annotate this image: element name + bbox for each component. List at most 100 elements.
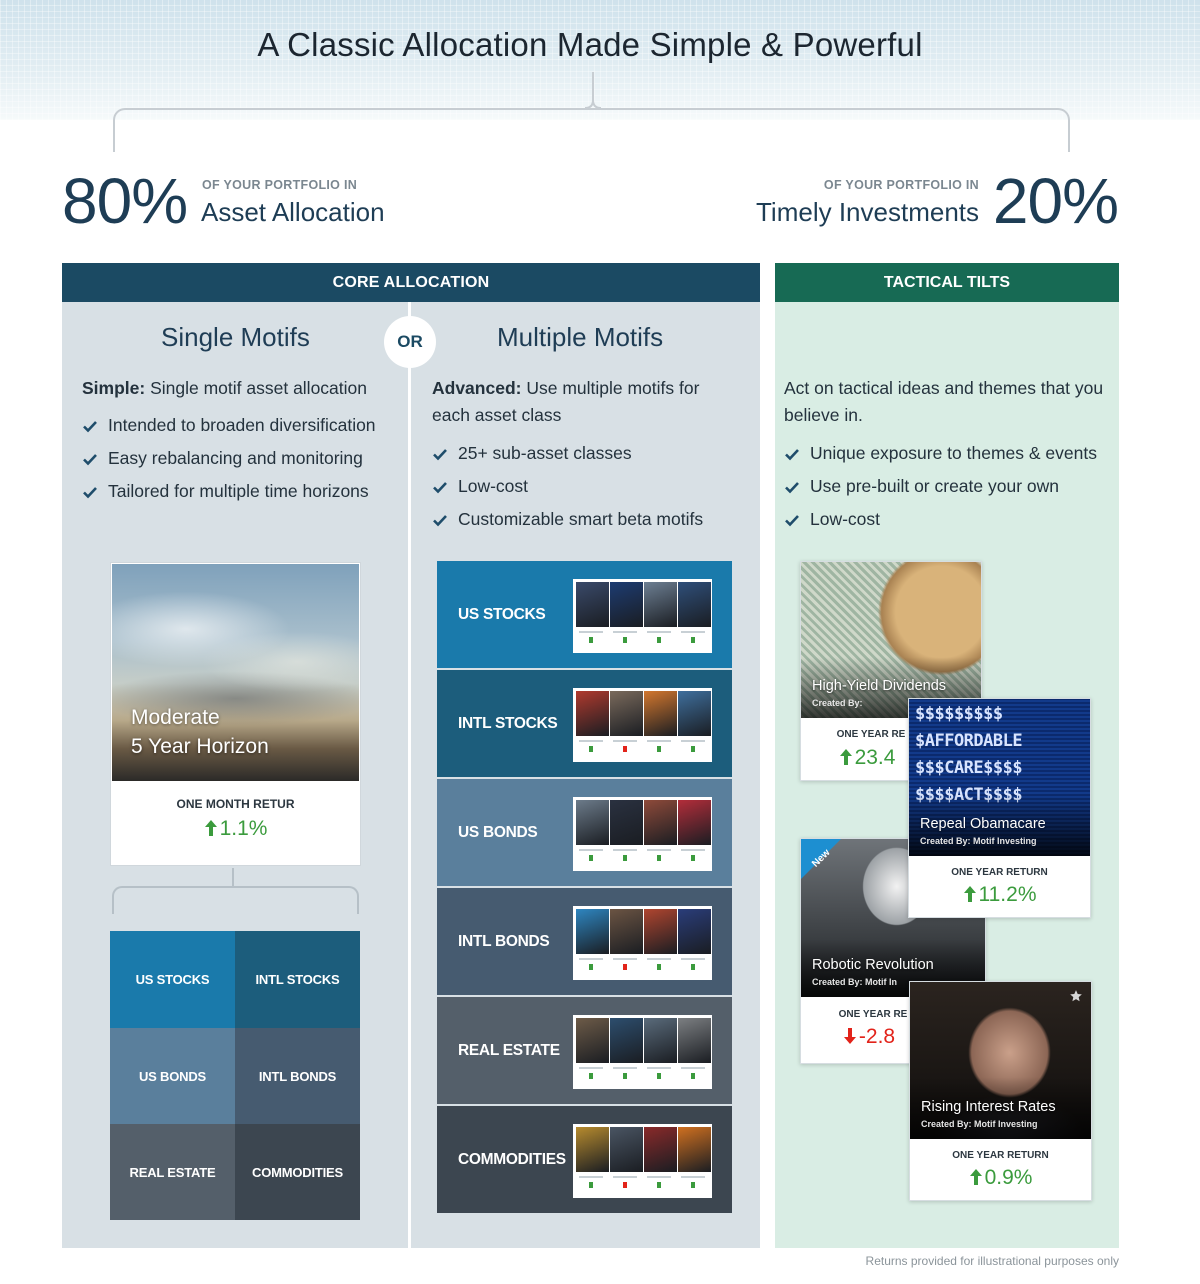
motif-thumbnail-caption	[579, 1067, 603, 1069]
motif-thumbnail-caption	[613, 1067, 637, 1069]
motif-card-line1: Moderate	[131, 706, 220, 729]
motif-thumbnail-image	[576, 909, 609, 954]
return-label: ONE YEAR RETURN	[952, 1150, 1049, 1161]
motif-thumbnails	[573, 579, 712, 653]
core-allocation-header: CORE ALLOCATION	[62, 263, 760, 302]
single-intro-bold: Simple:	[82, 378, 146, 398]
single-motifs-bullets: Intended to broaden diversification Easy…	[82, 415, 402, 514]
motif-thumbnail-caption	[613, 631, 637, 633]
motif-thumbnail-image	[678, 582, 711, 627]
motif-card-title: Repeal Obamacare	[920, 816, 1046, 832]
grid-cell-intl-stocks[interactable]: INTL STOCKS	[235, 931, 360, 1028]
return-label: ONE YEAR RETURN	[951, 867, 1048, 878]
motif-thumbnail-image	[576, 1127, 609, 1172]
motif-thumbnail-caption	[579, 849, 603, 851]
creator-prefix: Created By:	[920, 836, 971, 846]
multiple-intro-bold: Advanced:	[432, 378, 522, 398]
stack-row-label: US BONDS	[458, 824, 538, 841]
motif-thumbnail-image	[678, 1127, 711, 1172]
motif-thumbnail-image	[644, 582, 677, 627]
grid-bracket	[112, 886, 359, 914]
single-intro-text: Single motif asset allocation	[145, 378, 368, 398]
creator-name: Motif Investing	[973, 836, 1037, 846]
motif-thumbnail-image	[610, 800, 643, 845]
arrow-up-icon	[969, 1169, 982, 1185]
timely-investments-label: Timely Investments	[756, 197, 979, 227]
stack-row-intl-bonds[interactable]: INTL BONDS	[437, 888, 732, 995]
stack-row-intl-stocks[interactable]: INTL STOCKS	[437, 670, 732, 777]
timely-investments-percent: 20%	[992, 165, 1119, 237]
multiple-motifs-title: Multiple Motifs	[497, 322, 664, 352]
motif-thumbnail-return-marker	[691, 1182, 695, 1188]
single-motifs-intro: Simple: Single motif asset allocation	[82, 375, 402, 402]
grid-cell-real-estate[interactable]: REAL ESTATE	[110, 1124, 235, 1220]
motif-thumbnail-image	[610, 909, 643, 954]
stack-row-us-stocks[interactable]: US STOCKS	[437, 561, 732, 668]
star-icon[interactable]	[1069, 989, 1083, 1003]
bullet-item: Tailored for multiple time horizons	[82, 481, 402, 514]
moderate-motif-card[interactable]: Moderate 5 Year Horizon ONE MONTH RETUR …	[110, 562, 361, 866]
stack-row-label: REAL ESTATE	[458, 1042, 560, 1059]
stack-row-label: COMMODITIES	[458, 1151, 566, 1168]
photo-text-line: $AFFORDABLE	[915, 731, 1023, 751]
creator-name: Motif Investing	[974, 1119, 1038, 1129]
motif-thumbnail-return-marker	[623, 964, 627, 970]
motif-thumbnail-return-marker	[691, 964, 695, 970]
motif-card-creator: Created By: Motif In	[812, 977, 897, 987]
motif-thumbnail-return-marker	[691, 1073, 695, 1079]
creator-name: Motif In	[865, 977, 898, 987]
arrow-up-icon	[963, 886, 976, 902]
return-number: 0.9%	[984, 1166, 1033, 1189]
motif-card-creator: Created By:	[812, 698, 863, 708]
return-number: 11.2%	[978, 883, 1037, 906]
motif-thumbnail-image	[576, 1018, 609, 1063]
motif-thumbnail-image	[610, 691, 643, 736]
motif-card-title: High-Yield Dividends	[812, 678, 947, 694]
grid-cell-commodities[interactable]: COMMODITIES	[235, 1124, 360, 1220]
bullet-item: Low-cost	[432, 476, 742, 509]
core-divider	[408, 302, 411, 1248]
motif-thumbnail-return-marker	[623, 746, 627, 752]
bullet-item: Unique exposure to themes & events	[784, 443, 1114, 476]
grid-bracket-stem	[232, 868, 234, 887]
motif-thumbnail-return-marker	[589, 1182, 593, 1188]
motif-thumbnail-caption	[681, 958, 705, 960]
grid-cell-intl-bonds[interactable]: INTL BONDS	[235, 1028, 360, 1124]
stack-row-label: US STOCKS	[458, 606, 546, 623]
motif-thumbnail-caption	[613, 740, 637, 742]
stack-row-us-bonds[interactable]: US BONDS	[437, 779, 732, 886]
motif-thumbnail-return-marker	[691, 855, 695, 861]
motif-thumbnail-caption	[613, 849, 637, 851]
motif-thumbnail-image	[678, 800, 711, 845]
motif-thumbnail-image	[644, 909, 677, 954]
rates-photo	[910, 982, 1091, 1139]
stack-row-real-estate[interactable]: REAL ESTATE	[437, 997, 732, 1104]
grid-cell-us-stocks[interactable]: US STOCKS	[110, 931, 235, 1028]
check-icon	[785, 482, 799, 494]
check-icon	[83, 454, 97, 466]
motif-thumbnail-return-marker	[691, 637, 695, 643]
motif-card-rising-interest-rates[interactable]: Rising Interest Rates Created By: Motif …	[909, 981, 1092, 1201]
new-badge	[801, 839, 841, 879]
check-icon	[433, 515, 447, 527]
photo-text-line: $$$CARE$$$$	[915, 758, 1023, 778]
tactical-intro: Act on tactical ideas and themes that yo…	[784, 378, 1104, 425]
motif-thumbnail-return-marker	[657, 1073, 661, 1079]
motif-thumbnail-return-marker	[657, 964, 661, 970]
bullet-item: 25+ sub-asset classes	[432, 443, 742, 476]
return-number: 23.4	[854, 746, 896, 769]
motif-thumbnail-image	[678, 1018, 711, 1063]
motif-thumbnail-image	[678, 691, 711, 736]
multiple-motifs-intro: Advanced: Use multiple motifs for each a…	[432, 375, 732, 429]
motif-thumbnail-return-marker	[589, 637, 593, 643]
motif-thumbnail-image	[610, 582, 643, 627]
grid-cell-us-bonds[interactable]: US BONDS	[110, 1028, 235, 1124]
arrow-down-icon	[843, 1028, 856, 1044]
motif-thumbnail-return-marker	[589, 855, 593, 861]
return-value: 1.1%	[111, 817, 360, 841]
bullet-item: Low-cost	[784, 509, 1114, 542]
motif-card-creator: Created By: Motif Investing	[920, 836, 1037, 846]
obamacare-photo: $$$$$$$$$ $AFFORDABLE $$$CARE$$$$ $$$$AC…	[909, 699, 1090, 856]
stack-row-commodities[interactable]: COMMODITIES	[437, 1106, 732, 1213]
motif-card-repeal-obamacare[interactable]: $$$$$$$$$ $AFFORDABLE $$$CARE$$$$ $$$$AC…	[908, 698, 1091, 918]
